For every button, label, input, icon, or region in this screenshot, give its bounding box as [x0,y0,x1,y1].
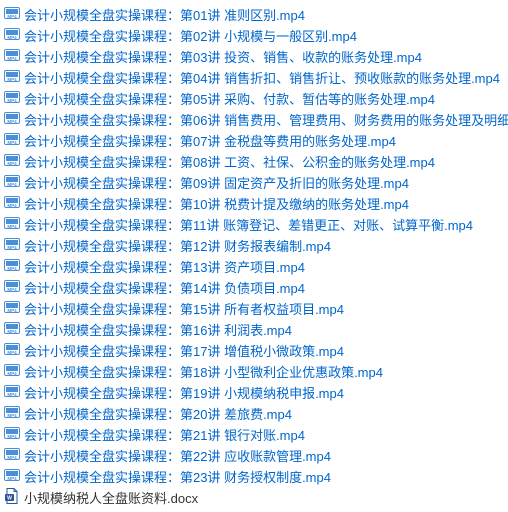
file-name: 会计小规模全盘实操课程：第01讲 准则区别.mp4 [24,5,305,24]
svg-text:MP4: MP4 [7,371,17,376]
file-name: 会计小规模全盘实操课程：第23讲 财务授权制度.mp4 [24,467,331,486]
mp4-icon: MP4 [2,425,24,444]
svg-text:MP4: MP4 [7,182,17,187]
file-name: 会计小规模全盘实操课程：第11讲 账簿登记、差错更正、对账、试算平衡.mp4 [24,215,473,234]
svg-text:MP4: MP4 [7,35,17,40]
file-row[interactable]: MP4 会计小规模全盘实操课程：第18讲 小型微利企业优惠政策.mp4 [2,361,508,382]
file-row[interactable]: MP4 会计小规模全盘实操课程：第10讲 税费计提及缴纳的账务处理.mp4 [2,193,508,214]
file-name: 会计小规模全盘实操课程：第03讲 投资、销售、收款的账务处理.mp4 [24,47,422,66]
file-name: 会计小规模全盘实操课程：第17讲 增值税小微政策.mp4 [24,341,344,360]
mp4-icon: MP4 [2,236,24,255]
file-name: 会计小规模全盘实操课程：第18讲 小型微利企业优惠政策.mp4 [24,362,383,381]
svg-text:MP4: MP4 [7,476,17,481]
file-row[interactable]: MP4 会计小规模全盘实操课程：第23讲 财务授权制度.mp4 [2,466,508,487]
file-row[interactable]: MP4 会计小规模全盘实操课程：第16讲 利润表.mp4 [2,319,508,340]
file-name: 小规模纳税人全盘账资料.docx [24,488,198,507]
file-name: 会计小规模全盘实操课程：第13讲 资产项目.mp4 [24,257,305,276]
file-row[interactable]: MP4 会计小规模全盘实操课程：第22讲 应收账款管理.mp4 [2,445,508,466]
file-row[interactable]: MP4 会计小规模全盘实操课程：第04讲 销售折扣、销售折让、预收账款的账务处理.… [2,67,508,88]
file-row[interactable]: MP4 会计小规模全盘实操课程：第14讲 负债项目.mp4 [2,277,508,298]
file-name: 会计小规模全盘实操课程：第14讲 负债项目.mp4 [24,278,305,297]
mp4-icon: MP4 [2,89,24,108]
mp4-icon: MP4 [2,152,24,171]
file-row[interactable]: MP4 会计小规模全盘实操课程：第17讲 增值税小微政策.mp4 [2,340,508,361]
mp4-icon: MP4 [2,68,24,87]
file-name: 会计小规模全盘实操课程：第15讲 所有者权益项目.mp4 [24,299,344,318]
mp4-icon: MP4 [2,194,24,213]
docx-icon: W [2,488,24,507]
file-row[interactable]: MP4 会计小规模全盘实操课程：第02讲 小规模与一般区别.mp4 [2,25,508,46]
mp4-icon: MP4 [2,299,24,318]
svg-text:MP4: MP4 [7,413,17,418]
mp4-icon: MP4 [2,257,24,276]
file-row[interactable]: MP4 会计小规模全盘实操课程：第09讲 固定资产及折旧的账务处理.mp4 [2,172,508,193]
mp4-icon: MP4 [2,278,24,297]
file-name: 会计小规模全盘实操课程：第06讲 销售费用、管理费用、财务费用的账务处理及明细.… [24,110,508,129]
mp4-icon: MP4 [2,362,24,381]
file-row[interactable]: MP4 会计小规模全盘实操课程：第01讲 准则区别.mp4 [2,4,508,25]
file-row[interactable]: MP4 会计小规模全盘实操课程：第15讲 所有者权益项目.mp4 [2,298,508,319]
mp4-icon: MP4 [2,446,24,465]
mp4-icon: MP4 [2,467,24,486]
mp4-icon: MP4 [2,26,24,45]
mp4-icon: MP4 [2,320,24,339]
mp4-icon: MP4 [2,5,24,24]
svg-text:MP4: MP4 [7,245,17,250]
mp4-icon: MP4 [2,131,24,150]
svg-text:MP4: MP4 [7,224,17,229]
svg-text:MP4: MP4 [7,203,17,208]
mp4-icon: MP4 [2,47,24,66]
file-row[interactable]: MP4 会计小规模全盘实操课程：第21讲 银行对账.mp4 [2,424,508,445]
file-name: 会计小规模全盘实操课程：第07讲 金税盘等费用的账务处理.mp4 [24,131,396,150]
file-row[interactable]: MP4 会计小规模全盘实操课程：第07讲 金税盘等费用的账务处理.mp4 [2,130,508,151]
mp4-icon: MP4 [2,341,24,360]
file-name: 会计小规模全盘实操课程：第19讲 小规模纳税申报.mp4 [24,383,344,402]
file-row[interactable]: MP4 会计小规模全盘实操课程：第13讲 资产项目.mp4 [2,256,508,277]
file-name: 会计小规模全盘实操课程：第22讲 应收账款管理.mp4 [24,446,331,465]
svg-text:MP4: MP4 [7,329,17,334]
mp4-icon: MP4 [2,404,24,423]
file-name: 会计小规模全盘实操课程：第08讲 工资、社保、公积金的账务处理.mp4 [24,152,435,171]
mp4-icon: MP4 [2,215,24,234]
svg-text:MP4: MP4 [7,287,17,292]
file-row[interactable]: MP4 会计小规模全盘实操课程：第19讲 小规模纳税申报.mp4 [2,382,508,403]
svg-text:MP4: MP4 [7,140,17,145]
file-row[interactable]: MP4 会计小规模全盘实操课程：第08讲 工资、社保、公积金的账务处理.mp4 [2,151,508,172]
file-row[interactable]: MP4 会计小规模全盘实操课程：第20讲 差旅费.mp4 [2,403,508,424]
mp4-icon: MP4 [2,173,24,192]
svg-text:MP4: MP4 [7,350,17,355]
svg-text:MP4: MP4 [7,119,17,124]
svg-text:MP4: MP4 [7,56,17,61]
file-name: 会计小规模全盘实操课程：第05讲 采购、付款、暂估等的账务处理.mp4 [24,89,435,108]
file-name: 会计小规模全盘实操课程：第16讲 利润表.mp4 [24,320,292,339]
file-list: MP4 会计小规模全盘实操课程：第01讲 准则区别.mp4 MP4 会计小规模全盘实操… [2,4,508,508]
file-name: 会计小规模全盘实操课程：第21讲 银行对账.mp4 [24,425,305,444]
file-name: 会计小规模全盘实操课程：第12讲 财务报表编制.mp4 [24,236,331,255]
file-row[interactable]: MP4 会计小规模全盘实操课程：第05讲 采购、付款、暂估等的账务处理.mp4 [2,88,508,109]
svg-text:MP4: MP4 [7,98,17,103]
svg-text:MP4: MP4 [7,455,17,460]
svg-text:W: W [7,496,12,502]
file-row[interactable]: MP4 会计小规模全盘实操课程：第06讲 销售费用、管理费用、财务费用的账务处理及… [2,109,508,130]
file-row[interactable]: MP4 会计小规模全盘实操课程：第11讲 账簿登记、差错更正、对账、试算平衡.mp… [2,214,508,235]
file-name: 会计小规模全盘实操课程：第04讲 销售折扣、销售折让、预收账款的账务处理.mp4 [24,68,500,87]
svg-text:MP4: MP4 [7,308,17,313]
file-name: 会计小规模全盘实操课程：第10讲 税费计提及缴纳的账务处理.mp4 [24,194,409,213]
file-name: 会计小规模全盘实操课程：第20讲 差旅费.mp4 [24,404,292,423]
svg-text:MP4: MP4 [7,434,17,439]
svg-text:MP4: MP4 [7,266,17,271]
file-name: 会计小规模全盘实操课程：第09讲 固定资产及折旧的账务处理.mp4 [24,173,409,192]
svg-text:MP4: MP4 [7,392,17,397]
mp4-icon: MP4 [2,110,24,129]
svg-text:MP4: MP4 [7,14,17,19]
svg-text:MP4: MP4 [7,77,17,82]
svg-text:MP4: MP4 [7,161,17,166]
file-name: 会计小规模全盘实操课程：第02讲 小规模与一般区别.mp4 [24,26,357,45]
file-row[interactable]: MP4 会计小规模全盘实操课程：第12讲 财务报表编制.mp4 [2,235,508,256]
mp4-icon: MP4 [2,383,24,402]
file-row[interactable]: MP4 会计小规模全盘实操课程：第03讲 投资、销售、收款的账务处理.mp4 [2,46,508,67]
